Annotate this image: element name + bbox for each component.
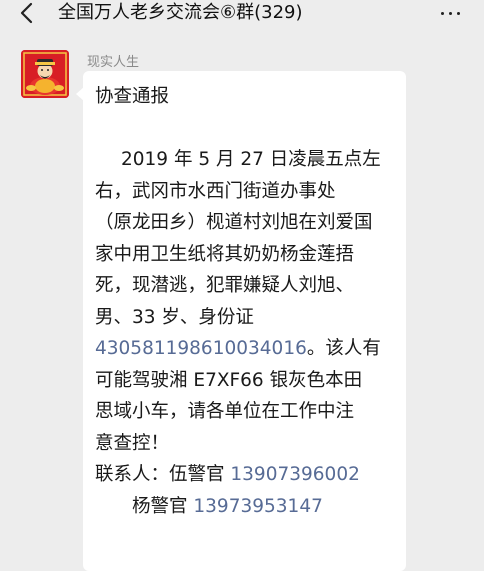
message-line: 2019 年 5 月 27 日凌晨五点左 (121, 149, 381, 170)
sender-avatar[interactable] (21, 50, 69, 98)
message-line: （原龙田乡）枧道村刘旭在刘爱国 (95, 212, 373, 233)
contact-line-1: 联系人：伍警官 13907396002 (95, 459, 398, 491)
chat-title: 全国万人老乡交流会⑥群(329) (58, 2, 303, 23)
chat-header: 全国万人老乡交流会⑥群(329) (0, 0, 484, 32)
message-line: 死，现潜逃，犯罪嫌疑人刘旭、 (95, 275, 355, 296)
contact-line-2: 杨警官 13973953147 (95, 491, 398, 523)
chevron-left-icon (20, 2, 33, 24)
phone-link-2[interactable]: 13973953147 (193, 496, 322, 517)
id-number-link[interactable]: 430581198610034016 (95, 338, 307, 359)
message-line: 家中用卫生纸将其奶奶杨金莲捂 (95, 243, 355, 265)
phone-link-1[interactable]: 13907396002 (230, 464, 359, 485)
id-suffix: 。该人有 (306, 338, 381, 359)
message-bubble[interactable]: 协查通报 2019 年 5 月 27 日凌晨五点左 右，武冈市水西门街道办事处 … (76, 71, 406, 571)
sender-name: 现实人生 (87, 55, 140, 70)
contact-label: 联系人：伍警官 (95, 464, 231, 485)
ellipsis-icon (441, 12, 444, 15)
message-heading: 协查通报 (95, 86, 170, 107)
message-line: 意查控！ (95, 432, 170, 454)
message-text: 协查通报 2019 年 5 月 27 日凌晨五点左 右，武冈市水西门街道办事处 … (95, 81, 398, 522)
id-number-line: 430581198610034016。该人有 (95, 333, 398, 365)
message-line: 右，武冈市水西门街道办事处 (95, 180, 336, 202)
god-of-wealth-avatar (21, 50, 69, 98)
message-line: 男、33 岁、身份证 (95, 306, 254, 328)
back-button[interactable] (12, 0, 42, 28)
message-line: 可能驾驶湘 E7XF66 银灰色本田 (95, 369, 363, 391)
message-line: 思域小车，请各单位在工作中注 (95, 401, 355, 422)
more-button[interactable] (438, 0, 464, 28)
contact-name-2: 杨警官 (132, 495, 194, 517)
